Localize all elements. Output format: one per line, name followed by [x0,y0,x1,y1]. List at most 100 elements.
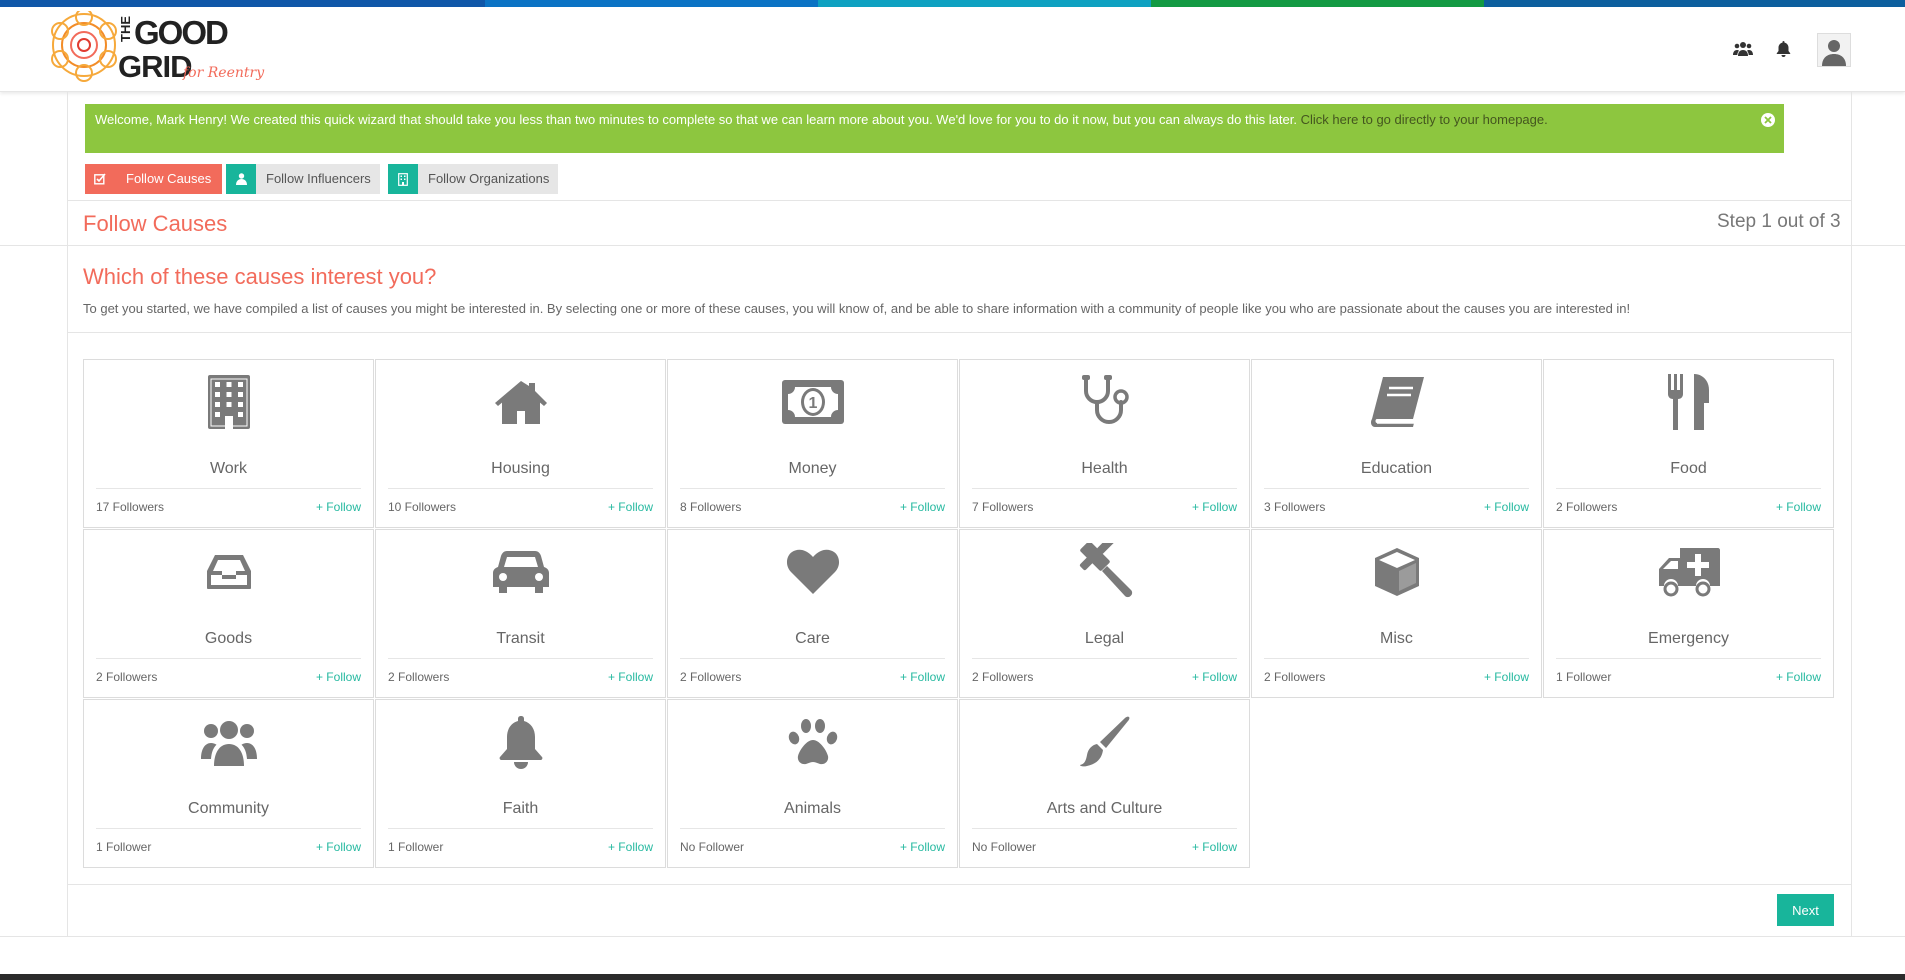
follow-link[interactable]: + Follow [1192,840,1237,854]
follow-link[interactable]: + Follow [1192,670,1237,684]
tab-follow-influencers[interactable]: Follow Influencers [226,164,380,194]
follower-count: 7 Followers [972,500,1034,514]
question-description: To get you started, we have compiled a l… [83,301,1631,316]
card-divider [680,488,945,489]
user-icon [226,164,256,194]
check-square-icon [85,164,115,194]
cause-card-goods[interactable]: Goods 2 Followers + Follow [83,529,374,698]
follower-count: 1 Follower [96,840,152,854]
strip-segment [485,0,818,7]
cause-card-animals[interactable]: Animals No Follower + Follow [667,699,958,868]
good-grid-logo[interactable]: THE GOOD GRID for Reentry [48,11,268,89]
cause-card-misc[interactable]: Misc 2 Followers + Follow [1251,529,1542,698]
follower-count: 3 Followers [1264,500,1326,514]
cause-card-education[interactable]: Education 3 Followers + Follow [1251,359,1542,528]
cause-name: Faith [502,800,539,817]
cause-card-work[interactable]: Work 17 Followers + Follow [83,359,374,528]
top-color-strip [0,0,1905,7]
card-divider [972,488,1237,489]
divider-question [67,332,1852,333]
cube-icon [1252,542,1541,602]
homepage-link[interactable]: Click here to go directly to your homepa… [1301,112,1548,127]
cause-name: Education [1360,460,1433,477]
logo-text-good: GOOD [134,14,228,51]
cause-card-legal[interactable]: Legal 2 Followers + Follow [959,529,1250,698]
app-header: THE GOOD GRID for Reentry [0,7,1905,92]
group-icon [84,712,373,772]
follower-count: 1 Follower [1556,670,1612,684]
divider-top [0,245,1905,246]
follower-count: 2 Followers [388,670,450,684]
stethoscope-icon [960,372,1249,432]
bell-icon[interactable] [1769,35,1797,63]
book-icon [1252,372,1541,432]
cause-card-food[interactable]: Food 2 Followers + Follow [1543,359,1834,528]
svg-text:1: 1 [808,395,817,412]
car-icon [376,542,665,602]
follower-count: 2 Followers [1264,670,1326,684]
cause-card-housing[interactable]: Housing 10 Followers + Follow [375,359,666,528]
follow-link[interactable]: + Follow [900,500,945,514]
follow-link[interactable]: + Follow [1776,670,1821,684]
card-divider [388,828,653,829]
cause-name: Health [1081,460,1128,477]
follower-count: 2 Followers [680,670,742,684]
follow-link[interactable]: + Follow [316,670,361,684]
card-divider [680,658,945,659]
tab-follow-organizations[interactable]: Follow Organizations [388,164,559,194]
strip-segment [818,0,1151,7]
tab-label: Follow Influencers [256,164,380,194]
close-icon[interactable] [1761,113,1775,127]
follower-count: 17 Followers [96,500,165,514]
card-divider [388,658,653,659]
cause-name: Money [788,460,837,477]
cause-name: Transit [496,630,545,647]
follow-link[interactable]: + Follow [900,840,945,854]
avatar[interactable] [1817,33,1851,67]
tab-label: Follow Causes [115,164,223,194]
follow-link[interactable]: + Follow [1484,500,1529,514]
cause-card-faith[interactable]: Faith 1 Follower + Follow [375,699,666,868]
banknote-icon: 1 [668,372,957,432]
card-divider [96,658,361,659]
office-building-icon [84,372,373,432]
divider-tabs [67,200,1852,201]
cause-card-care[interactable]: Care 2 Followers + Follow [667,529,958,698]
cause-card-health[interactable]: Health 7 Followers + Follow [959,359,1250,528]
cause-card-community[interactable]: Community 1 Follower + Follow [83,699,374,868]
next-button[interactable]: Next [1777,894,1834,926]
follow-link[interactable]: + Follow [1776,500,1821,514]
follow-link[interactable]: + Follow [1484,670,1529,684]
heart-icon [668,542,957,602]
cause-name: Food [1670,460,1707,477]
cause-card-transit[interactable]: Transit 2 Followers + Follow [375,529,666,698]
gavel-icon [960,542,1249,602]
container-border-right [1851,92,1852,937]
users-icon[interactable] [1729,35,1757,63]
card-divider [1556,488,1821,489]
card-divider [972,658,1237,659]
cause-card-money[interactable]: 1 Money 8 Followers + Follow [667,359,958,528]
card-divider [1264,658,1529,659]
paintbrush-icon [960,712,1249,772]
follower-count: 1 Follower [388,840,444,854]
church-bell-icon [376,712,665,772]
follow-link[interactable]: + Follow [900,670,945,684]
cause-card-arts-and-culture[interactable]: Arts and Culture No Follower + Follow [959,699,1250,868]
section-title: Follow Causes [83,211,228,236]
page-footer [0,974,1905,980]
container-border-left [67,92,68,937]
follow-link[interactable]: + Follow [608,840,653,854]
ambulance-icon [1544,542,1833,602]
card-divider [680,828,945,829]
follow-link[interactable]: + Follow [608,500,653,514]
follow-link[interactable]: + Follow [316,500,361,514]
tab-follow-causes[interactable]: Follow Causes [85,164,223,194]
cause-card-emergency[interactable]: Emergency 1 Follower + Follow [1543,529,1834,698]
follow-link[interactable]: + Follow [608,670,653,684]
follower-count: No Follower [972,840,1037,854]
follow-link[interactable]: + Follow [316,840,361,854]
divider-bottom [0,936,1905,937]
follow-link[interactable]: + Follow [1192,500,1237,514]
logo-text-the: THE [118,16,133,42]
